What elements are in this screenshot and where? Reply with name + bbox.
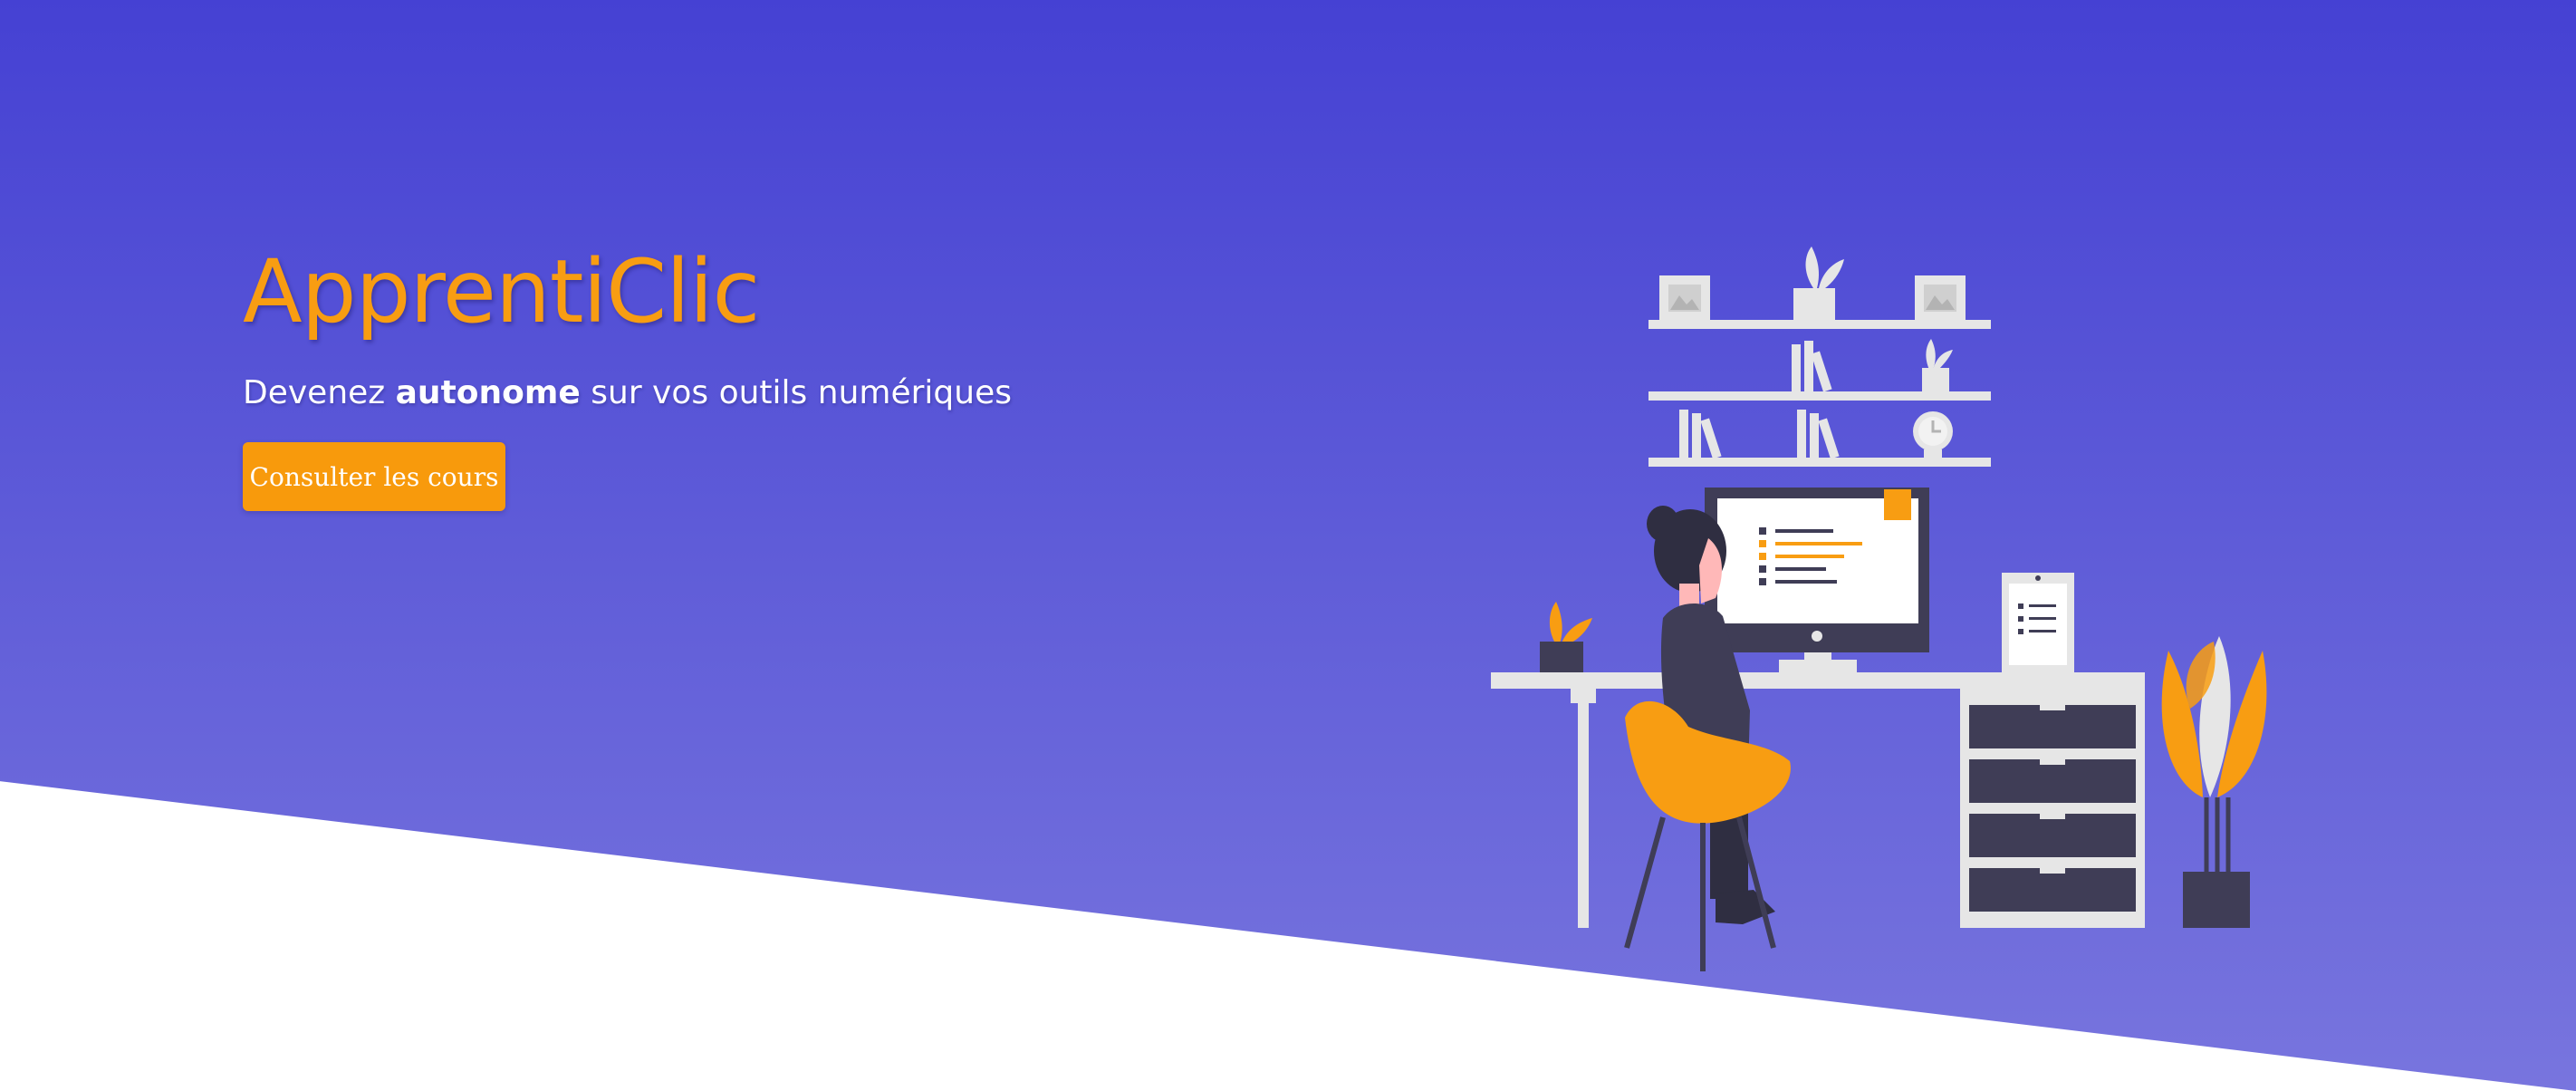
potted-plant-icon <box>1793 246 1844 321</box>
brand-title: ApprentiClic <box>243 241 760 343</box>
desk-plant-icon <box>1540 602 1592 672</box>
desk-work-illustration <box>1491 246 2267 971</box>
tagline-start: Devenez <box>243 374 396 411</box>
shelf-bottom <box>1648 458 1991 467</box>
tall-plant-icon <box>2161 636 2267 928</box>
tagline-end: sur vos outils numériques <box>580 374 1012 411</box>
picture-frame-icon <box>1659 275 1710 321</box>
picture-frame-icon <box>1915 275 1966 321</box>
hero-tagline: Devenez autonome sur vos outils numériqu… <box>243 372 1012 415</box>
chair <box>1624 700 1791 971</box>
books-icon <box>1792 341 1832 392</box>
shelf-middle <box>1648 391 1991 401</box>
shelf-top <box>1648 320 1991 329</box>
books-icon <box>1797 410 1840 459</box>
consult-courses-button[interactable]: Consulter les cours <box>243 442 505 511</box>
potted-plant-icon <box>1922 339 1953 391</box>
books-icon <box>1679 410 1722 459</box>
monitor-icon <box>1705 488 1929 672</box>
hero-text-block: ApprentiClic Devenez autonome sur vos ou… <box>243 237 1012 511</box>
clock-icon <box>1913 411 1953 459</box>
clipboard-icon <box>2002 573 2074 672</box>
tagline-emphasis: autonome <box>395 374 581 411</box>
